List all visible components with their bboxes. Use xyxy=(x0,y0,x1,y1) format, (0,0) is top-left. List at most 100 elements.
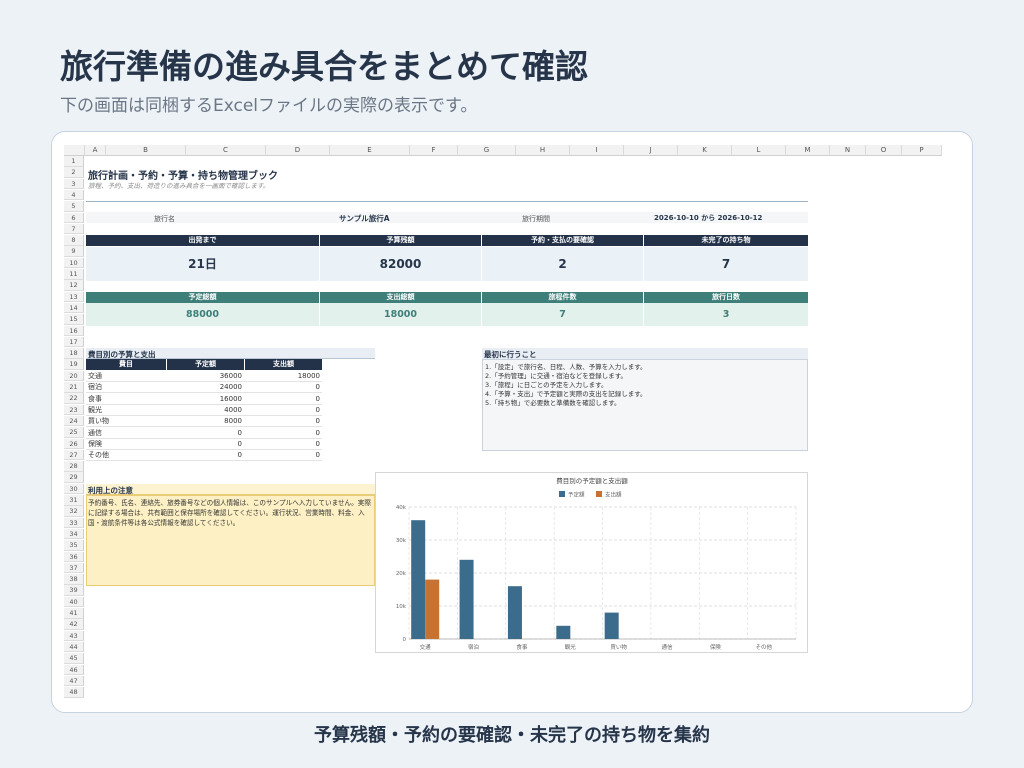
row-header[interactable]: 26 xyxy=(64,438,84,449)
row-header[interactable]: 9 xyxy=(64,246,84,257)
kpi-value[interactable]: 82000 xyxy=(320,247,481,281)
sheet-subtitle[interactable]: 旅程、予約、支出、荷造りの進み具合を一画面で確認します。 xyxy=(88,180,269,190)
row-header[interactable]: 36 xyxy=(64,551,84,562)
expense-planned-cell[interactable]: 16000 xyxy=(220,394,242,405)
row-header[interactable]: 13 xyxy=(64,291,84,303)
kpi-label[interactable]: 旅行日数 xyxy=(644,292,808,303)
kpi-value[interactable]: 7 xyxy=(644,247,808,281)
row-header[interactable]: 17 xyxy=(64,336,84,348)
expense-planned-cell[interactable]: 0 xyxy=(238,450,242,461)
expense-header-cell[interactable]: 費目 xyxy=(86,359,166,370)
expense-actual-cell[interactable]: 18000 xyxy=(298,371,320,382)
kpi-value[interactable]: 88000 xyxy=(86,303,319,326)
row-header[interactable]: 1 xyxy=(64,156,84,167)
column-header[interactable]: C xyxy=(186,145,266,156)
kpi-label[interactable]: 予算残額 xyxy=(320,235,481,246)
row-header[interactable]: 40 xyxy=(64,596,84,608)
expense-header-cell[interactable]: 支出額 xyxy=(245,359,322,370)
row-header[interactable]: 44 xyxy=(64,641,84,653)
column-header[interactable]: A xyxy=(85,145,106,156)
row-header[interactable]: 45 xyxy=(64,653,84,664)
row-header[interactable]: 33 xyxy=(64,517,84,529)
expense-planned-cell[interactable]: 24000 xyxy=(220,382,242,393)
expense-category-cell[interactable]: 通信 xyxy=(88,428,102,439)
trip-name-value[interactable]: サンプル旅行A xyxy=(339,213,390,224)
expense-category-cell[interactable]: 交通 xyxy=(88,371,102,382)
row-header[interactable]: 27 xyxy=(64,449,84,461)
row-header[interactable]: 39 xyxy=(64,585,84,596)
row-header[interactable]: 25 xyxy=(64,427,84,438)
kpi-label[interactable]: 予約・支払の要確認 xyxy=(482,235,643,246)
kpi-label[interactable]: 支出総額 xyxy=(320,292,481,303)
expense-planned-cell[interactable]: 8000 xyxy=(224,416,242,427)
row-header[interactable]: 34 xyxy=(64,528,84,540)
row-header[interactable]: 46 xyxy=(64,664,84,675)
row-header[interactable]: 21 xyxy=(64,382,84,393)
period-label[interactable]: 旅行期間 xyxy=(522,214,550,224)
row-header[interactable]: 32 xyxy=(64,506,84,517)
row-header[interactable]: 20 xyxy=(64,370,84,382)
kpi-label[interactable]: 出発まで xyxy=(86,235,319,246)
expense-actual-cell[interactable]: 0 xyxy=(316,428,320,439)
kpi-value[interactable]: 21日 xyxy=(86,247,319,281)
row-header[interactable]: 16 xyxy=(64,325,84,336)
kpi-value[interactable]: 3 xyxy=(644,303,808,326)
column-header[interactable]: N xyxy=(830,145,866,156)
kpi-label[interactable]: 旅程件数 xyxy=(482,292,643,303)
row-header[interactable]: 10 xyxy=(64,257,84,269)
row-header[interactable]: 23 xyxy=(64,404,84,416)
expense-actual-cell[interactable]: 0 xyxy=(316,416,320,427)
expense-actual-cell[interactable]: 0 xyxy=(316,394,320,405)
expense-planned-cell[interactable]: 0 xyxy=(238,428,242,439)
expense-planned-cell[interactable]: 36000 xyxy=(220,371,242,382)
kpi-label[interactable]: 予定総額 xyxy=(86,292,319,303)
expense-category-cell[interactable]: その他 xyxy=(88,450,109,461)
period-value[interactable]: 2026-10-10 から 2026-10-12 xyxy=(654,213,762,223)
row-header[interactable]: 22 xyxy=(64,393,84,404)
row-header[interactable]: 30 xyxy=(64,483,84,495)
column-header[interactable]: G xyxy=(458,145,516,156)
trip-name-label[interactable]: 旅行名 xyxy=(154,214,175,224)
row-header[interactable]: 38 xyxy=(64,574,84,585)
row-header[interactable]: 43 xyxy=(64,630,84,642)
row-header[interactable]: 35 xyxy=(64,540,84,551)
row-header[interactable]: 47 xyxy=(64,675,84,687)
row-header[interactable]: 15 xyxy=(64,314,84,325)
column-header[interactable]: L xyxy=(732,145,786,156)
expense-category-cell[interactable]: 宿泊 xyxy=(88,382,102,393)
row-header[interactable]: 2 xyxy=(64,167,84,178)
expense-category-cell[interactable]: 買い物 xyxy=(88,416,109,427)
expense-planned-cell[interactable]: 0 xyxy=(238,439,242,450)
row-header[interactable]: 48 xyxy=(64,687,84,698)
expense-category-cell[interactable]: 保険 xyxy=(88,439,102,450)
expense-header-cell[interactable]: 予定額 xyxy=(167,359,244,370)
column-header[interactable]: K xyxy=(678,145,732,156)
expense-category-cell[interactable]: 観光 xyxy=(88,405,102,416)
column-header[interactable]: B xyxy=(106,145,186,156)
row-header[interactable]: 3 xyxy=(64,178,84,190)
row-header[interactable]: 8 xyxy=(64,235,84,246)
kpi-value[interactable]: 7 xyxy=(482,303,643,326)
expense-category-cell[interactable]: 食事 xyxy=(88,394,102,405)
kpi-value[interactable]: 2 xyxy=(482,247,643,281)
column-header[interactable]: E xyxy=(330,145,410,156)
column-header[interactable]: D xyxy=(266,145,330,156)
column-header[interactable]: F xyxy=(410,145,458,156)
column-header[interactable]: H xyxy=(516,145,570,156)
expense-planned-cell[interactable]: 4000 xyxy=(224,405,242,416)
row-header[interactable]: 12 xyxy=(64,280,84,291)
column-header[interactable]: O xyxy=(866,145,902,156)
row-header[interactable]: 31 xyxy=(64,495,84,506)
row-header[interactable]: 18 xyxy=(64,348,84,359)
expense-actual-cell[interactable]: 0 xyxy=(316,382,320,393)
column-header[interactable]: I xyxy=(570,145,624,156)
row-header[interactable]: 19 xyxy=(64,359,84,370)
row-header[interactable]: 24 xyxy=(64,415,84,427)
row-header[interactable]: 4 xyxy=(64,189,84,201)
column-header[interactable]: J xyxy=(624,145,678,156)
expense-actual-cell[interactable]: 0 xyxy=(316,450,320,461)
row-header[interactable]: 7 xyxy=(64,223,84,235)
row-header[interactable]: 37 xyxy=(64,562,84,574)
row-header[interactable]: 5 xyxy=(64,201,84,212)
row-header[interactable]: 41 xyxy=(64,608,84,619)
